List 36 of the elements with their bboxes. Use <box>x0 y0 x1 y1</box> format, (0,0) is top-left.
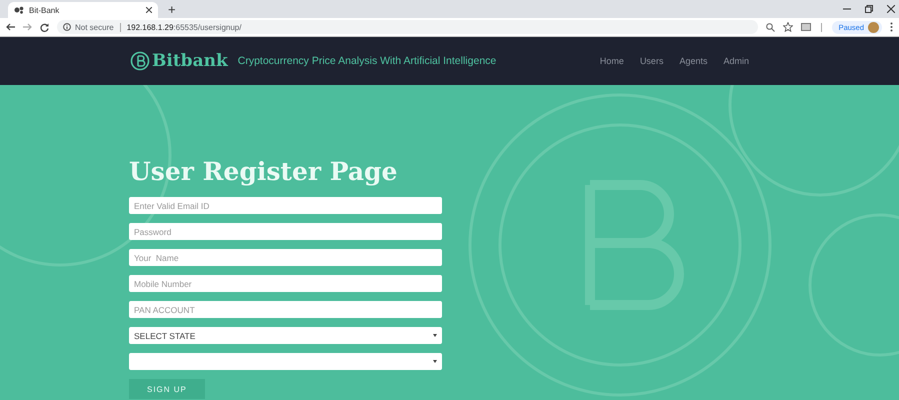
star-icon[interactable] <box>782 22 793 32</box>
close-icon[interactable] <box>887 5 895 13</box>
nav-link[interactable]: Home <box>600 56 624 66</box>
brand-name[interactable]: Bitbank <box>152 51 228 71</box>
cast-icon[interactable] <box>800 23 811 31</box>
nav-link[interactable]: Agents <box>679 56 708 66</box>
back-arrow-icon[interactable] <box>6 23 15 31</box>
security-label: Not secure <box>75 22 114 32</box>
input-field[interactable]: PAN ACCOUNT <box>129 301 442 318</box>
menu-icon[interactable] <box>890 22 893 32</box>
tab-title: Bit-Bank <box>29 6 60 14</box>
site-tagline: Cryptocurrency Price Analysis With Artificial Intelligence <box>238 55 496 67</box>
zoom-icon[interactable] <box>766 22 775 32</box>
input-field[interactable]: Password <box>129 223 442 240</box>
browser-tab[interactable]: Bit-Bank <box>8 2 158 18</box>
dropdown-field[interactable] <box>129 353 442 370</box>
avatar-icon <box>868 22 879 32</box>
page-title: User Register Page <box>129 157 398 186</box>
url-text: 192.168.1.29:65535/usersignup/ <box>126 22 242 32</box>
nav-link[interactable]: Admin <box>723 56 749 66</box>
info-icon <box>63 23 71 31</box>
input-field[interactable]: Enter Valid Email ID <box>129 197 442 214</box>
gears-icon <box>14 6 24 14</box>
dropdown-caret-icon <box>433 360 437 363</box>
coin-logo-icon <box>130 51 150 71</box>
input-field[interactable]: Mobile Number <box>129 275 442 292</box>
address-bar[interactable]: Not secure 192.168.1.29:65535/usersignup/ <box>57 20 758 34</box>
dropdown-field[interactable]: SELECT STATE <box>129 327 442 344</box>
close-icon[interactable] <box>146 7 152 13</box>
new-tab-button[interactable]: + <box>164 2 180 18</box>
sign-up-button[interactable]: SIGN UP <box>129 379 205 399</box>
input-field[interactable]: Your Name <box>129 249 442 266</box>
nav-link[interactable]: Users <box>640 56 664 66</box>
reload-icon[interactable] <box>40 22 49 32</box>
dropdown-caret-icon <box>433 334 437 337</box>
restore-icon[interactable] <box>865 5 873 13</box>
